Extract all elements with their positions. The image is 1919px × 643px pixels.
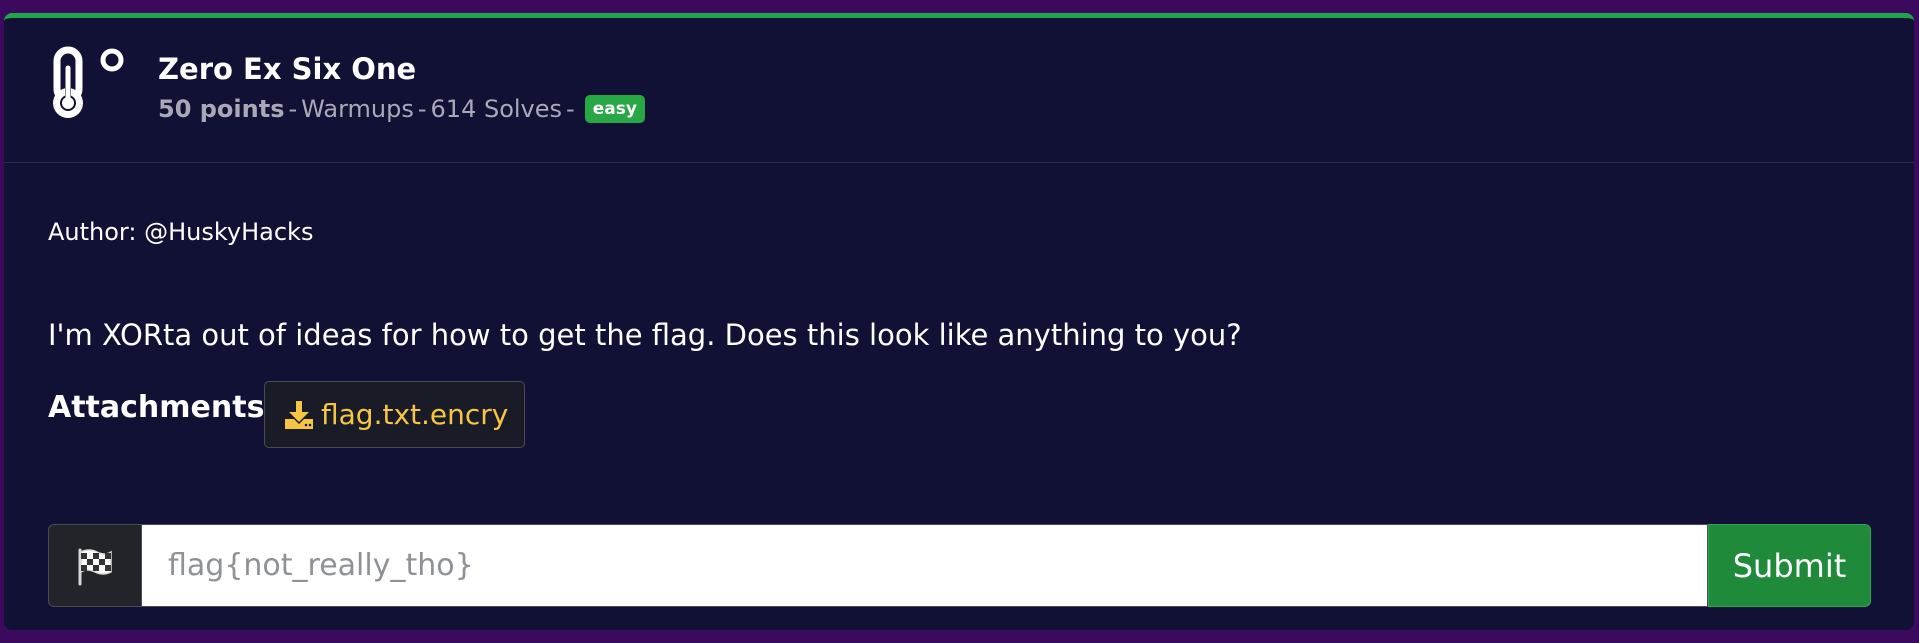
download-icon	[285, 400, 313, 429]
attachment-filename: flag.txt.encry	[321, 398, 509, 431]
challenge-points: 50 points	[158, 95, 285, 123]
attachment-download-button[interactable]: flag.txt.encry	[264, 381, 526, 448]
flag-prefix	[48, 524, 141, 607]
checkered-flag-icon	[78, 548, 112, 585]
difficulty-badge: easy	[584, 95, 645, 123]
flag-submit-form: Submit	[48, 524, 1871, 607]
flag-input[interactable]	[141, 524, 1708, 607]
challenge-meta: 50 points - Warmups - 614 Solves - easy	[158, 95, 645, 123]
challenge-solves: 614 Solves	[430, 95, 563, 123]
thermometer-icon	[53, 46, 124, 118]
challenge-title: Zero Ex Six One	[158, 52, 417, 86]
meta-separator: -	[566, 95, 575, 123]
challenge-card: Zero Ex Six One 50 points - Warmups - 61…	[4, 13, 1914, 630]
attachments-label: Attachments:	[48, 390, 277, 425]
challenge-description: I'm XORta out of ideas for how to get th…	[48, 318, 1242, 352]
challenge-category: Warmups	[301, 95, 414, 123]
submit-button[interactable]: Submit	[1708, 524, 1871, 607]
meta-separator: -	[417, 95, 427, 123]
challenge-header: Zero Ex Six One 50 points - Warmups - 61…	[4, 18, 1914, 163]
meta-separator: -	[288, 95, 298, 123]
challenge-author: Author: @HuskyHacks	[48, 218, 314, 246]
